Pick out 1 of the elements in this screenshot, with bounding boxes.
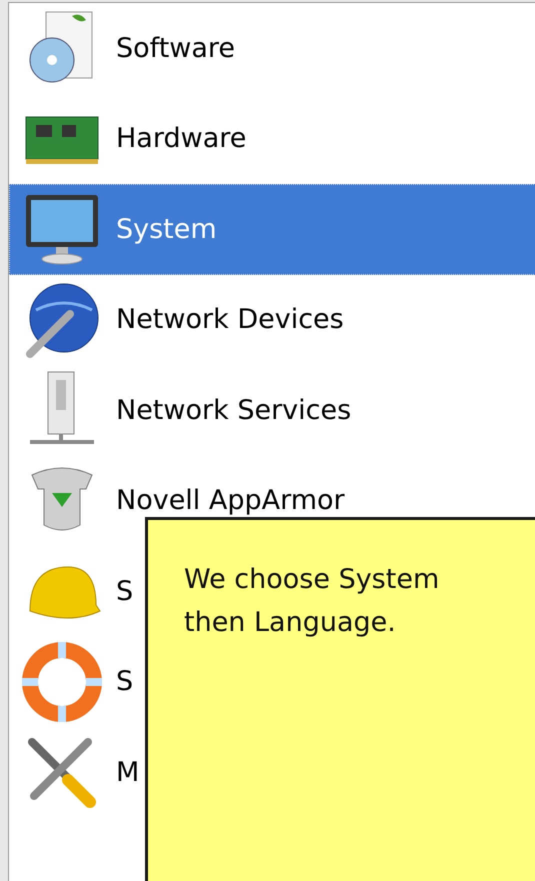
tooltip-text: We choose System then Language. xyxy=(184,563,440,640)
